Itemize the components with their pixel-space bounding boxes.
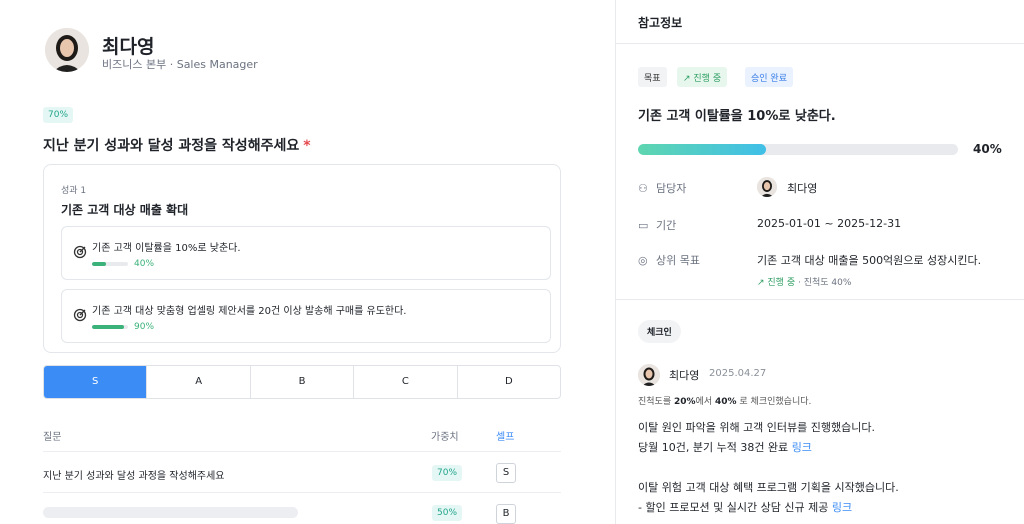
evaluation-form: 최다영 비즈니스 본부 · Sales Manager 70% 지난 분기 성과… [0, 0, 615, 524]
checkin-progress-note: 진척도를 20%에서 40% 로 체크인했습니다. [638, 394, 811, 407]
checkin-author: 최다영 [669, 369, 700, 382]
column-header-question: 질문 [43, 432, 62, 443]
user-icon: ⚇ [638, 182, 648, 195]
grade-selector: S A B C D [43, 365, 561, 399]
loading-placeholder [43, 507, 298, 518]
checkin-line: 이탈 위험 고객 대상 혜택 프로그램 기획을 시작했습니다. [638, 481, 899, 494]
row-divider [43, 451, 561, 452]
owner-label: ⚇ 담당자 [638, 180, 686, 196]
key-result-item[interactable]: 기존 고객 이탈률을 10%로 낮춘다. 40% [61, 226, 551, 280]
parent-goal-value[interactable]: 기존 고객 대상 매출을 500억원으로 성장시킨다. [757, 252, 981, 268]
parent-status-text: 진행 중 [767, 278, 796, 288]
key-result-progress-bar [92, 325, 128, 329]
note-prefix: 진척도를 [638, 397, 672, 407]
grade-option-a[interactable]: A [147, 366, 251, 398]
checkin-line: 당월 10건, 분기 누적 38건 완료 링크 [638, 438, 899, 458]
note-mid: 에서 [695, 397, 713, 407]
checkin-date: 2025.04.27 [709, 368, 767, 379]
checkin-line: 이탈 원인 파악을 위해 고객 인터뷰를 진행했습니다. [638, 421, 875, 434]
parent-goal-status: ↗ 진행 중 · 진척도 40% [757, 275, 851, 288]
divider [616, 299, 1024, 300]
status-tag: ↗ 진행 중 [677, 67, 728, 87]
avatar [45, 28, 89, 72]
owner-name: 최다영 [787, 182, 818, 195]
checkin-line-text: 당월 10건, 분기 누적 38건 완료 [638, 441, 789, 454]
target-icon [73, 308, 87, 322]
target-icon: ◎ [638, 254, 648, 267]
outcome-sub-label: 성과 1 [61, 186, 87, 196]
checkin-line: - 할인 프로모션 및 실시간 상담 신규 제공 링크 [638, 498, 899, 518]
note-from: 20% [674, 397, 696, 407]
calendar-icon: ▭ [638, 219, 649, 232]
self-grade-button[interactable]: S [496, 463, 516, 483]
key-result-title: 기존 고객 이탈률을 10%로 낮춘다. [92, 243, 241, 254]
key-result-percent: 40% [134, 259, 155, 269]
owner-label-text: 담당자 [656, 182, 687, 195]
note-suffix: 로 체크인했습니다. [739, 397, 812, 407]
panel-title: 참고정보 [638, 16, 683, 30]
progress-badge: 70% [43, 107, 74, 123]
column-header-weight: 가중치 [431, 432, 459, 443]
avatar [757, 177, 777, 197]
outcome-title: 기존 고객 대상 매출 확대 [61, 203, 189, 217]
key-result-item[interactable]: 기존 고객 대상 맞춤형 업셀링 제안서를 20건 이상 발송해 구매를 유도한… [61, 289, 551, 343]
self-grade-button[interactable]: B [496, 504, 516, 524]
period-label: ▭ 기간 [638, 217, 676, 233]
goal-tag: 목표 [638, 67, 667, 87]
grade-option-d[interactable]: D [458, 366, 560, 398]
weight-chip: 70% [432, 465, 463, 481]
checkin-line-text: - 할인 프로모션 및 실시간 상담 신규 제공 [638, 501, 829, 514]
trend-up-icon: ↗ [757, 278, 768, 288]
reference-panel: 참고정보 목표 ↗ 진행 중 승인 완료 기존 고객 이탈률을 10%로 낮춘다… [615, 0, 1024, 524]
table-row-question: 지난 분기 성과와 달성 과정을 작성해주세요 [43, 471, 225, 482]
profile-department: 비즈니스 본부 · Sales Manager [102, 58, 258, 71]
key-result-percent: 90% [134, 322, 155, 332]
weight-chip: 50% [432, 505, 463, 521]
row-divider [43, 492, 561, 493]
avatar [638, 364, 660, 386]
parent-goal-label-text: 상위 목표 [656, 254, 700, 267]
checkin-body: 이탈 원인 파악을 위해 고객 인터뷰를 진행했습니다. 당월 10건, 분기 … [638, 418, 899, 518]
approval-tag: 승인 완료 [745, 67, 793, 87]
column-header-self[interactable]: 셀프 [496, 428, 514, 443]
required-mark: * [303, 138, 311, 154]
objective-title: 기존 고객 이탈률을 10%로 낮춘다. [638, 109, 836, 124]
profile-name: 최다영 [102, 36, 155, 58]
status-tag-label: 진행 중 [693, 74, 722, 84]
trend-up-icon: ↗ [683, 74, 694, 84]
checkin-badge: 체크인 [638, 320, 681, 343]
objective-progress-value: 40% [973, 142, 1002, 156]
outcome-card: 성과 1 기존 고객 대상 매출 확대 기존 고객 이탈률을 10%로 낮춘다.… [43, 164, 561, 353]
target-icon [73, 245, 87, 259]
grade-option-s[interactable]: S [44, 366, 148, 398]
period-value: 2025-01-01 ~ 2025-12-31 [757, 217, 902, 230]
note-to: 40% [714, 397, 737, 407]
key-result-progress-bar [92, 262, 128, 266]
divider [616, 43, 1024, 44]
question-title: 지난 분기 성과와 달성 과정을 작성해주세요 * [43, 135, 311, 155]
question-title-text: 지난 분기 성과와 달성 과정을 작성해주세요 [43, 138, 300, 154]
grade-option-c[interactable]: C [354, 366, 458, 398]
period-label-text: 기간 [656, 219, 677, 232]
grade-option-b[interactable]: B [251, 366, 355, 398]
checkin-link[interactable]: 링크 [832, 501, 852, 514]
parent-progress-text: · 진척도 40% [797, 278, 852, 288]
objective-progress-bar [638, 144, 958, 155]
parent-goal-label: ◎ 상위 목표 [638, 252, 700, 268]
key-result-title: 기존 고객 대상 맞춤형 업셀링 제안서를 20건 이상 발송해 구매를 유도한… [92, 306, 407, 317]
checkin-link[interactable]: 링크 [792, 441, 812, 454]
